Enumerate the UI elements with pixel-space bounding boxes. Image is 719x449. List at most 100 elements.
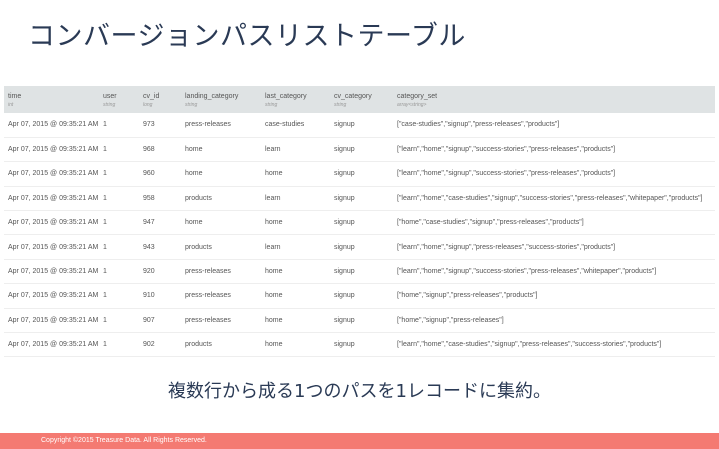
cell-last-category: learn: [261, 234, 330, 260]
cell-user: 1: [99, 161, 139, 187]
cell-cv-category: signup: [330, 332, 393, 358]
column-header-user[interactable]: user string: [99, 86, 139, 113]
cell-time: Apr 07, 2015 @ 09:35:21 AM: [4, 332, 99, 358]
cell-user: 1: [99, 113, 139, 138]
cell-user: 1: [99, 332, 139, 358]
cell-cv-id: 943: [139, 234, 181, 260]
cell-last-category: learn: [261, 186, 330, 212]
column-header-cv-id[interactable]: cv_id long: [139, 86, 181, 113]
column-header-category-set[interactable]: category_set array<string>: [393, 86, 715, 113]
cell-cv-category: signup: [330, 113, 393, 138]
column-header-cv-category[interactable]: cv_category string: [330, 86, 393, 113]
table-row: Apr 07, 2015 @ 09:35:21 AM 1 968 home le…: [4, 137, 715, 163]
slide-caption: 複数行から成る1つのパスを1レコードに集約。: [168, 381, 551, 402]
table-row: Apr 07, 2015 @ 09:35:21 AM 1 910 press-r…: [4, 283, 715, 309]
cell-cv-id: 958: [139, 186, 181, 212]
cell-category-set: ["learn","home","signup","success-storie…: [393, 259, 715, 285]
column-type: string: [103, 102, 116, 108]
cell-last-category: learn: [261, 137, 330, 163]
cell-landing-category: home: [181, 161, 261, 187]
cell-landing-category: products: [181, 186, 261, 212]
cell-landing-category: press-releases: [181, 308, 261, 334]
table-row: Apr 07, 2015 @ 09:35:21 AM 1 947 home ho…: [4, 210, 715, 236]
table-row: Apr 07, 2015 @ 09:35:21 AM 1 958 product…: [4, 186, 715, 212]
column-name: category_set: [397, 93, 438, 100]
table-row: Apr 07, 2015 @ 09:35:21 AM 1 902 product…: [4, 332, 715, 358]
cell-time: Apr 07, 2015 @ 09:35:21 AM: [4, 283, 99, 309]
column-type: string: [265, 102, 278, 108]
column-name: landing_category: [185, 93, 239, 100]
column-header-landing-category[interactable]: landing_category string: [181, 86, 261, 113]
cell-category-set: ["home","case-studies","signup","press-r…: [393, 210, 715, 236]
cell-cv-id: 910: [139, 283, 181, 309]
cell-landing-category: press-releases: [181, 259, 261, 285]
cell-time: Apr 07, 2015 @ 09:35:21 AM: [4, 137, 99, 163]
column-name: time: [8, 93, 22, 100]
cell-last-category: home: [261, 332, 330, 358]
cell-category-set: ["learn","home","signup","success-storie…: [393, 137, 715, 163]
cell-category-set: ["learn","home","case-studies","signup",…: [393, 332, 715, 358]
cell-time: Apr 07, 2015 @ 09:35:21 AM: [4, 259, 99, 285]
cell-cv-id: 920: [139, 259, 181, 285]
column-name: cv_id: [143, 93, 160, 100]
column-type: array<string>: [397, 102, 427, 108]
cell-user: 1: [99, 234, 139, 260]
cell-time: Apr 07, 2015 @ 09:35:21 AM: [4, 113, 99, 138]
cell-user: 1: [99, 283, 139, 309]
cell-category-set: ["case-studies","signup","press-releases…: [393, 113, 715, 138]
column-header-last-category[interactable]: last_category string: [261, 86, 330, 113]
cell-last-category: home: [261, 259, 330, 285]
cell-landing-category: products: [181, 332, 261, 358]
column-type: string: [185, 102, 198, 108]
cell-cv-category: signup: [330, 137, 393, 163]
cell-cv-category: signup: [330, 161, 393, 187]
cell-landing-category: press-releases: [181, 113, 261, 138]
cell-user: 1: [99, 308, 139, 334]
table-header-row: time int user string cv_id long landing_…: [4, 86, 715, 113]
cell-time: Apr 07, 2015 @ 09:35:21 AM: [4, 234, 99, 260]
cell-cv-category: signup: [330, 283, 393, 309]
cell-last-category: home: [261, 283, 330, 309]
column-name: cv_category: [334, 93, 372, 100]
column-header-time[interactable]: time int: [4, 86, 99, 113]
cell-cv-category: signup: [330, 186, 393, 212]
table-row: Apr 07, 2015 @ 09:35:21 AM 1 973 press-r…: [4, 113, 715, 138]
cell-last-category: home: [261, 308, 330, 334]
cell-user: 1: [99, 259, 139, 285]
slide-title: コンバージョンパスリストテーブル: [28, 21, 466, 52]
conversion-path-table: time int user string cv_id long landing_…: [4, 86, 715, 358]
cell-last-category: home: [261, 210, 330, 236]
cell-user: 1: [99, 210, 139, 236]
cell-cv-id: 947: [139, 210, 181, 236]
cell-category-set: ["learn","home","signup","success-storie…: [393, 161, 715, 187]
cell-user: 1: [99, 137, 139, 163]
cell-category-set: ["home","signup","press-releases"]: [393, 308, 715, 334]
cell-cv-id: 907: [139, 308, 181, 334]
cell-landing-category: home: [181, 210, 261, 236]
cell-time: Apr 07, 2015 @ 09:35:21 AM: [4, 161, 99, 187]
cell-time: Apr 07, 2015 @ 09:35:21 AM: [4, 186, 99, 212]
column-type: long: [143, 102, 153, 108]
copyright-text: Copyright ©2015 Treasure Data. All Right…: [41, 437, 207, 444]
cell-cv-category: signup: [330, 308, 393, 334]
cell-cv-category: signup: [330, 234, 393, 260]
cell-landing-category: home: [181, 137, 261, 163]
cell-last-category: case-studies: [261, 113, 330, 138]
column-name: last_category: [265, 93, 307, 100]
cell-time: Apr 07, 2015 @ 09:35:21 AM: [4, 308, 99, 334]
cell-category-set: ["learn","home","signup","press-releases…: [393, 234, 715, 260]
cell-cv-category: signup: [330, 210, 393, 236]
cell-category-set: ["learn","home","case-studies","signup",…: [393, 186, 715, 212]
column-type: int: [8, 102, 14, 108]
cell-landing-category: products: [181, 234, 261, 260]
cell-time: Apr 07, 2015 @ 09:35:21 AM: [4, 210, 99, 236]
cell-cv-id: 902: [139, 332, 181, 358]
cell-cv-id: 968: [139, 137, 181, 163]
cell-last-category: home: [261, 161, 330, 187]
table-row: Apr 07, 2015 @ 09:35:21 AM 1 907 press-r…: [4, 308, 715, 334]
table-row: Apr 07, 2015 @ 09:35:21 AM 1 960 home ho…: [4, 161, 715, 187]
table-row: Apr 07, 2015 @ 09:35:21 AM 1 943 product…: [4, 234, 715, 260]
cell-category-set: ["home","signup","press-releases","produ…: [393, 283, 715, 309]
cell-cv-id: 973: [139, 113, 181, 138]
cell-user: 1: [99, 186, 139, 212]
